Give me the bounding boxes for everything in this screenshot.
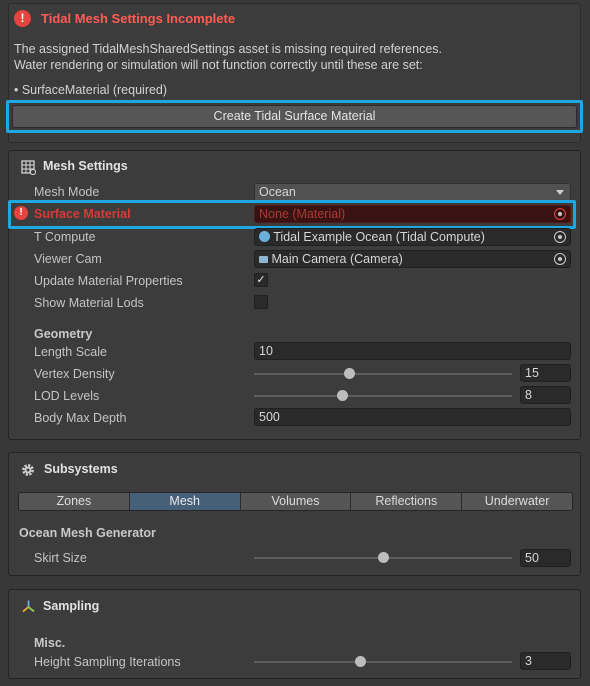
camera-icon: [259, 256, 268, 263]
slider-handle[interactable]: [354, 656, 366, 667]
lod-levels-label: LOD Levels: [34, 389, 100, 403]
length-scale-input[interactable]: 10: [254, 342, 571, 360]
object-picker-icon[interactable]: [554, 231, 566, 243]
lod-levels-input[interactable]: 8: [520, 386, 571, 404]
skirt-size-label: Skirt Size: [34, 551, 87, 565]
tab-underwater[interactable]: Underwater: [462, 493, 572, 510]
error-icon: !: [14, 10, 31, 27]
object-picker-icon[interactable]: [554, 208, 566, 220]
t-compute-field[interactable]: Tidal Example Ocean (Tidal Compute): [254, 228, 571, 246]
height-iterations-input[interactable]: 3: [520, 652, 571, 670]
mesh-mode-value: Ocean: [259, 185, 296, 199]
surface-material-value: None (Material): [259, 207, 346, 221]
skirt-size-input[interactable]: 50: [520, 549, 571, 567]
warning-line-2: Water rendering or simulation will not f…: [14, 58, 423, 72]
subsystem-tabs: Zones Mesh Volumes Reflections Underwate…: [18, 492, 573, 511]
lod-levels-slider[interactable]: [254, 390, 512, 401]
warning-title: Tidal Mesh Settings Incomplete: [41, 11, 236, 26]
missing-reference-item: • SurfaceMaterial (required): [14, 83, 168, 97]
show-lods-checkbox[interactable]: [254, 295, 268, 309]
object-picker-icon[interactable]: [554, 253, 566, 265]
vertex-density-slider[interactable]: [254, 368, 512, 379]
skirt-size-slider[interactable]: [254, 552, 512, 563]
gear-icon: [21, 463, 35, 477]
surface-material-field[interactable]: None (Material): [254, 205, 571, 223]
height-iterations-slider[interactable]: [254, 656, 512, 667]
sampling-title: Sampling: [43, 599, 100, 613]
slider-handle[interactable]: [378, 552, 389, 563]
viewer-cam-field[interactable]: Main Camera (Camera): [254, 250, 571, 268]
body-max-depth-label: Body Max Depth: [34, 411, 127, 425]
vertex-density-input[interactable]: 15: [520, 364, 571, 382]
chevron-down-icon: [556, 190, 564, 195]
tab-zones[interactable]: Zones: [19, 493, 130, 510]
viewer-cam-value: Main Camera (Camera): [271, 252, 403, 266]
t-compute-label: T Compute: [34, 230, 96, 244]
compute-object-icon: [259, 231, 270, 242]
viewer-cam-label: Viewer Cam: [34, 252, 102, 266]
tab-volumes[interactable]: Volumes: [240, 493, 352, 510]
mesh-mode-label: Mesh Mode: [34, 185, 100, 199]
tab-reflections[interactable]: Reflections: [351, 493, 463, 510]
body-max-depth-input[interactable]: 500: [254, 408, 571, 426]
geometry-title: Geometry: [34, 327, 93, 341]
ocean-mesh-generator-title: Ocean Mesh Generator: [19, 526, 156, 540]
surface-material-label: Surface Material: [34, 207, 131, 221]
mesh-mode-dropdown[interactable]: Ocean: [254, 183, 571, 201]
vertex-density-label: Vertex Density: [34, 367, 115, 381]
warning-line-1: The assigned TidalMeshSharedSettings ass…: [14, 42, 442, 56]
slider-handle[interactable]: [336, 390, 348, 401]
sampling-axes-icon: [21, 599, 36, 614]
show-lods-label: Show Material Lods: [34, 296, 144, 310]
mesh-settings-title: Mesh Settings: [43, 159, 128, 173]
t-compute-value: Tidal Example Ocean (Tidal Compute): [273, 230, 485, 244]
mesh-grid-icon: [21, 160, 36, 175]
update-material-label: Update Material Properties: [34, 274, 183, 288]
height-iterations-label: Height Sampling Iterations: [34, 655, 181, 669]
update-material-checkbox[interactable]: ✓: [254, 273, 268, 287]
misc-title: Misc.: [34, 636, 66, 650]
subsystems-title: Subsystems: [44, 462, 118, 476]
create-surface-material-button[interactable]: Create Tidal Surface Material: [12, 105, 577, 128]
length-scale-label: Length Scale: [34, 345, 107, 359]
tab-mesh[interactable]: Mesh: [129, 493, 241, 510]
error-icon: !: [14, 206, 28, 220]
